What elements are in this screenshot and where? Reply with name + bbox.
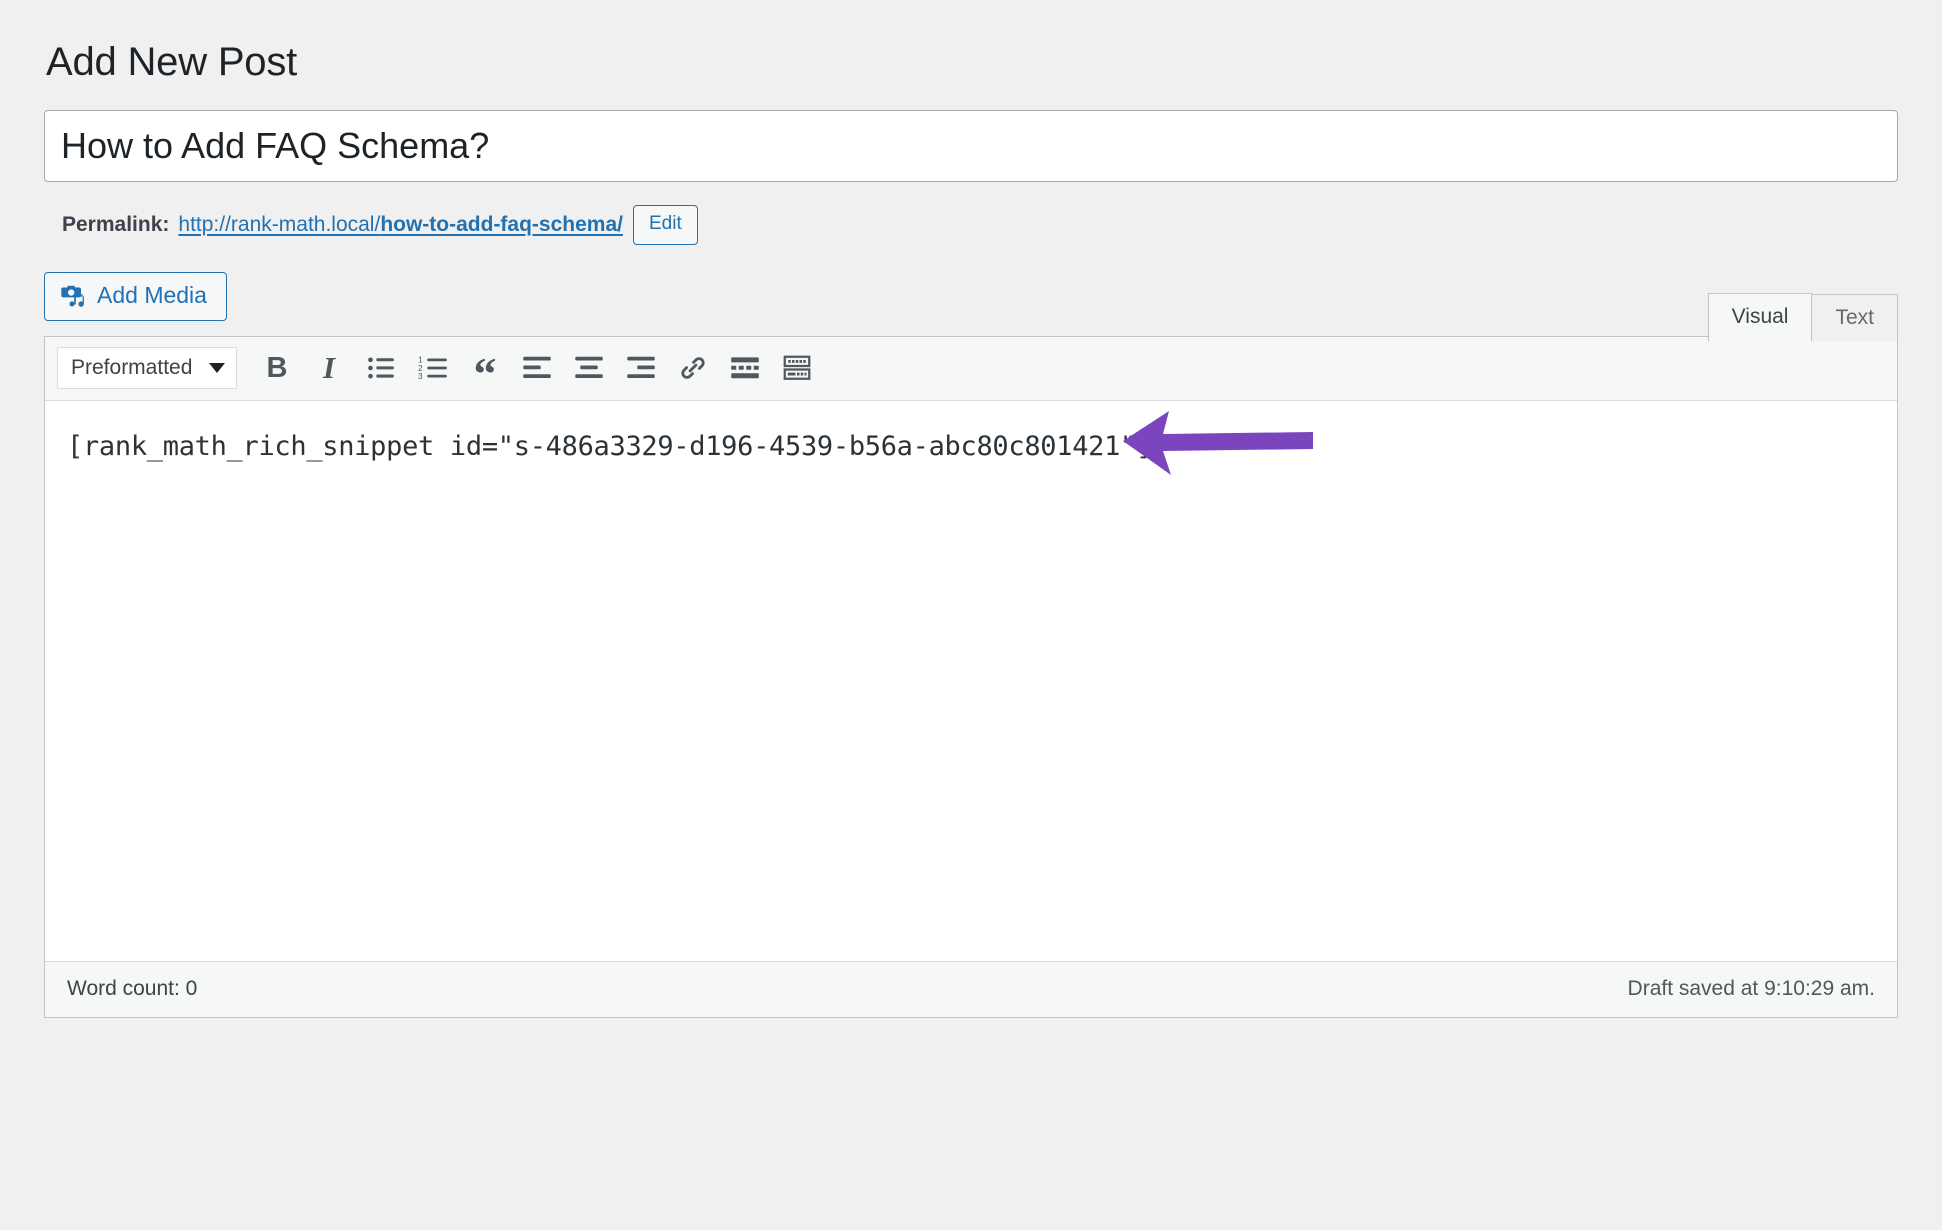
- permalink-url[interactable]: http://rank-math.local/how-to-add-faq-sc…: [178, 213, 623, 237]
- align-left-button[interactable]: [511, 345, 563, 391]
- add-new-post-screen: Add New Post Permalink: http://rank-math…: [0, 0, 1942, 1230]
- permalink-label: Permalink:: [62, 212, 170, 236]
- permalink-slug: how-to-add-faq-schema/: [380, 212, 623, 236]
- blockquote-button[interactable]: “: [459, 345, 511, 397]
- post-title-wrapper: [44, 110, 1898, 182]
- align-left-icon: [522, 355, 552, 381]
- align-center-icon: [574, 355, 604, 381]
- edit-permalink-button[interactable]: Edit: [632, 205, 698, 245]
- align-right-icon: [626, 355, 656, 381]
- bulleted-list-button[interactable]: [355, 345, 407, 391]
- read-more-icon: [730, 355, 760, 381]
- read-more-button[interactable]: [719, 345, 771, 391]
- editor-status-bar: Word count: 0 Draft saved at 9:10:29 am.: [45, 960, 1897, 1017]
- draft-saved-status: Draft saved at 9:10:29 am.: [1627, 977, 1875, 1001]
- text-cursor: [1152, 428, 1155, 461]
- paragraph-format-select[interactable]: Preformatted: [57, 347, 237, 390]
- editor-mode-tabs: Visual Text: [1707, 292, 1898, 342]
- align-right-button[interactable]: [615, 345, 667, 391]
- italic-button[interactable]: I: [303, 345, 355, 391]
- add-media-button[interactable]: Add Media: [44, 271, 227, 321]
- editor-shortcode-line: [rank_math_rich_snippet id="s-486a3329-d…: [67, 428, 1873, 465]
- tab-visual[interactable]: Visual: [1707, 292, 1813, 342]
- permalink-row: Permalink: http://rank-math.local/how-to…: [44, 182, 1898, 245]
- align-center-button[interactable]: [563, 345, 615, 391]
- bulleted-list-icon: [367, 355, 395, 381]
- svg-text:3: 3: [418, 371, 423, 381]
- post-title-input[interactable]: [44, 110, 1898, 182]
- add-media-label: Add Media: [97, 282, 207, 309]
- permalink-base: http://rank-math.local/: [178, 212, 381, 236]
- editor-content-area[interactable]: [rank_math_rich_snippet id="s-486a3329-d…: [45, 400, 1897, 961]
- post-editor: Visual Text Preformatted B I 1 2 3 “ [ra…: [44, 292, 1898, 1018]
- shortcode-text: [rank_math_rich_snippet id="s-486a3329-d…: [67, 430, 1152, 462]
- media-icon: [60, 283, 86, 309]
- page-title: Add New Post: [46, 40, 298, 84]
- bold-button[interactable]: B: [251, 345, 303, 391]
- numbered-list-button[interactable]: 1 2 3: [407, 345, 459, 391]
- tab-text[interactable]: Text: [1811, 293, 1898, 341]
- chevron-down-icon: [209, 363, 225, 374]
- editor-toolbar: Preformatted B I 1 2 3 “: [45, 336, 1897, 401]
- paragraph-format-value: Preformatted: [71, 356, 193, 380]
- keyboard-icon: [782, 353, 812, 383]
- insert-link-button[interactable]: [667, 345, 719, 391]
- numbered-list-icon: 1 2 3: [418, 355, 448, 381]
- media-buttons-row: Add Media: [44, 245, 1898, 321]
- word-count: Word count: 0: [67, 977, 198, 1001]
- link-icon: [678, 354, 708, 382]
- toolbar-toggle-button[interactable]: [771, 345, 823, 391]
